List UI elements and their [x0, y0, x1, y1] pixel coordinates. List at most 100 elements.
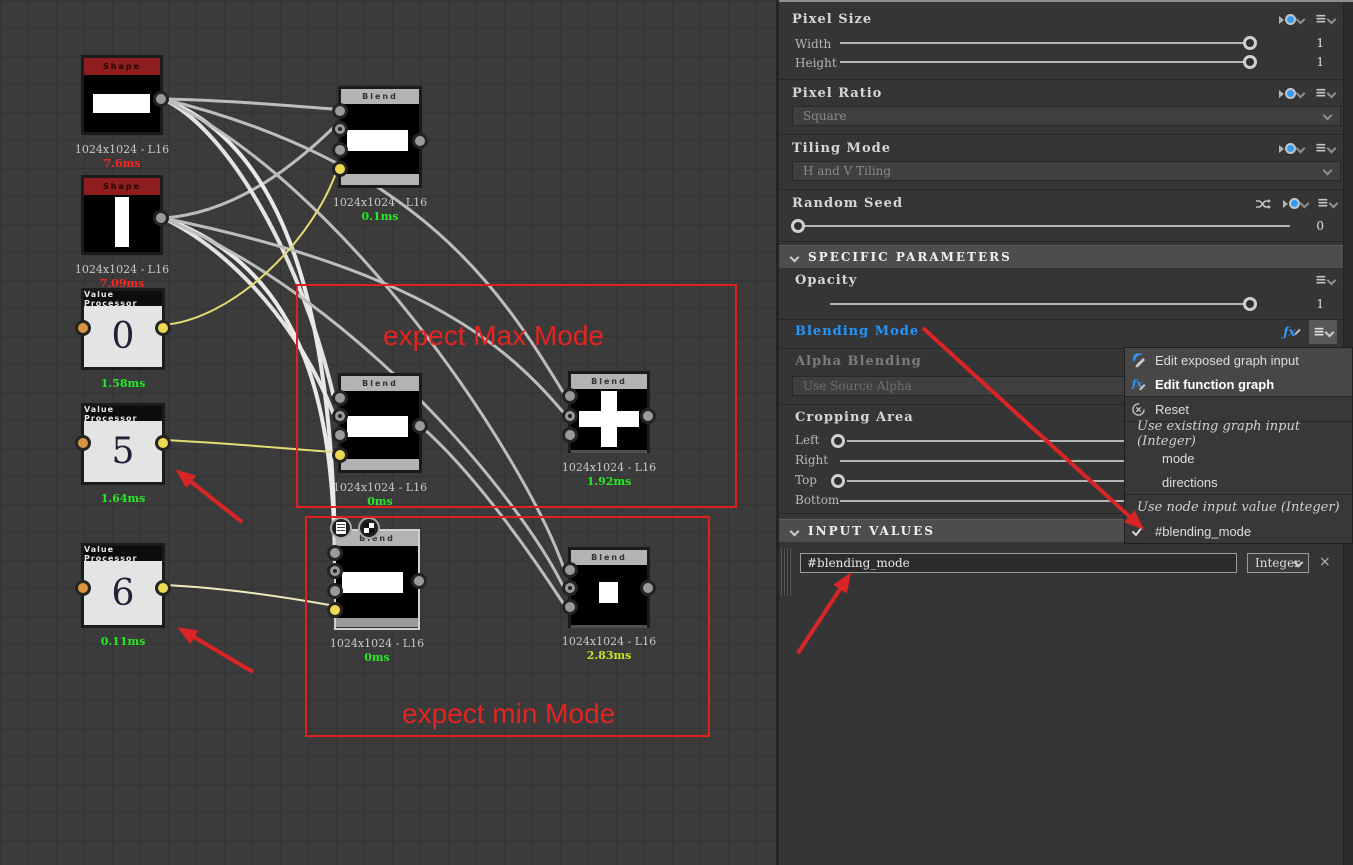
exposed-graph-icon	[1125, 352, 1155, 368]
app-window: Shape 1024x1024 - L16 7.6ms Shape 1024x1…	[0, 0, 1353, 865]
node-preview	[84, 75, 160, 132]
opacity-title: Opacity	[795, 273, 858, 288]
value-processor-node[interactable]: Value Processor 5 1.64ms	[75, 403, 171, 505]
menu-header-existing-graph-input: Use existing graph input (Integer)	[1137, 419, 1301, 449]
crop-top-handle[interactable]	[831, 474, 845, 488]
opacity-value: 1	[1316, 297, 1324, 311]
node-value: 0	[84, 306, 162, 367]
crop-bottom-label: Bottom	[795, 493, 840, 507]
parameter-menu-icon[interactable]: ≡	[1315, 86, 1337, 100]
blending-mode-menu-button[interactable]: ≡	[1309, 320, 1337, 344]
height-label: Height	[795, 56, 837, 70]
width-slider-handle[interactable]	[1243, 36, 1257, 50]
node-preview	[84, 195, 160, 252]
node-value: 6	[84, 561, 162, 625]
node-title: Value Processor	[84, 405, 162, 423]
node-time: 0.11ms	[100, 635, 146, 648]
random-seed-slider[interactable]	[798, 225, 1290, 227]
output-port[interactable]	[155, 320, 171, 336]
value-processor-node[interactable]: Value Processor 0 1.58ms	[75, 288, 171, 390]
output-port[interactable]	[412, 133, 428, 149]
collapse-icon[interactable]	[789, 526, 800, 536]
horizontal-bar-shape	[93, 94, 150, 113]
function-graph-icon: ƒx	[1125, 376, 1155, 392]
width-value: 1	[1316, 36, 1324, 50]
shuffle-icon[interactable]	[1255, 198, 1271, 210]
node-resolution: 1024x1024 - L16	[74, 143, 170, 156]
parameter-menu-icon[interactable]: ≡	[1315, 273, 1337, 287]
node-time: 0.1ms	[361, 210, 399, 223]
vertical-bar-shape	[115, 197, 129, 247]
menu-item-directions[interactable]: directions	[1125, 470, 1352, 494]
parameter-menu-icon[interactable]: ≡	[1315, 12, 1337, 26]
output-port[interactable]	[155, 580, 171, 596]
menu-item-blending-mode[interactable]: #blending_mode	[1125, 519, 1352, 543]
node-time: 1.58ms	[100, 377, 146, 390]
row-drag-grip[interactable]	[781, 548, 791, 596]
reset-icon	[1125, 402, 1155, 417]
parameter-menu-icon[interactable]: ≡	[1317, 196, 1339, 210]
tiling-mode-dropdown[interactable]: H and V Tiling	[792, 161, 1341, 181]
expose-parameter-icon[interactable]	[1279, 14, 1306, 25]
shape-node-vertical[interactable]: Shape 1024x1024 - L16 7.09ms	[75, 175, 169, 290]
annotation-box-max	[296, 284, 737, 508]
crop-right-label: Right	[795, 453, 829, 467]
expose-parameter-icon[interactable]	[1279, 88, 1306, 99]
input-port[interactable]	[75, 320, 91, 336]
input-port[interactable]	[332, 142, 348, 158]
opacity-slider-handle[interactable]	[1243, 297, 1257, 311]
input-port[interactable]	[75, 580, 91, 596]
pixel-ratio-title: Pixel Ratio	[792, 86, 883, 101]
value-processor-node[interactable]: Value Processor 6 0.11ms	[75, 543, 171, 648]
node-footer	[341, 174, 419, 185]
output-port[interactable]	[155, 435, 171, 451]
menu-item-reset[interactable]: Reset	[1125, 397, 1352, 421]
menu-item-edit-function-graph[interactable]: ƒx Edit function graph	[1125, 372, 1352, 396]
parameter-context-menu: Edit exposed graph input ƒx Edit functio…	[1124, 347, 1353, 544]
random-seed-handle[interactable]	[791, 219, 805, 233]
node-title: Blend	[341, 89, 419, 104]
pixel-size-title: Pixel Size	[792, 12, 873, 27]
tiling-mode-title: Tiling Mode	[792, 141, 891, 156]
width-slider[interactable]	[840, 42, 1250, 44]
opacity-slider[interactable]	[830, 303, 1250, 305]
blend-node[interactable]: Blend 1024x1024 - L16 0.1ms	[332, 86, 428, 223]
height-slider-handle[interactable]	[1243, 55, 1257, 69]
output-port[interactable]	[153, 91, 169, 107]
parameter-menu-icon[interactable]: ≡	[1315, 141, 1337, 155]
node-value: 5	[84, 421, 162, 482]
expose-parameter-icon[interactable]	[1279, 143, 1306, 154]
collapse-icon[interactable]	[789, 252, 800, 262]
menu-item-mode[interactable]: mode	[1125, 446, 1352, 470]
input-port[interactable]	[75, 435, 91, 451]
specific-parameters-header[interactable]: SPECIFIC PARAMETERS ≡	[779, 245, 1343, 507]
node-time: 1.64ms	[100, 492, 146, 505]
crop-top-label: Top	[795, 473, 817, 487]
input-port[interactable]	[332, 161, 348, 177]
annotation-max-label: expect Max Mode	[383, 320, 604, 351]
menu-header-node-input-value: Use node input value (Integer)	[1137, 499, 1340, 515]
pixel-ratio-dropdown[interactable]: Square	[792, 106, 1341, 126]
crop-left-handle[interactable]	[831, 434, 845, 448]
node-graph-canvas[interactable]: Shape 1024x1024 - L16 7.6ms Shape 1024x1…	[0, 0, 776, 865]
output-port[interactable]	[153, 210, 169, 226]
random-seed-title: Random Seed	[792, 196, 904, 211]
input-port[interactable]	[332, 121, 348, 137]
menu-item-edit-exposed[interactable]: Edit exposed graph input	[1125, 348, 1352, 372]
input-type-select[interactable]: Integer	[1247, 553, 1309, 573]
function-graph-icon[interactable]: ƒx	[1281, 322, 1303, 342]
node-title: Shape	[84, 178, 160, 195]
node-title: Shape	[84, 58, 160, 75]
height-slider[interactable]	[840, 61, 1250, 63]
expose-parameter-icon[interactable]	[1283, 198, 1310, 209]
checkmark-icon	[1125, 525, 1155, 537]
input-port[interactable]	[332, 103, 348, 119]
remove-input-button[interactable]: ×	[1319, 554, 1331, 570]
shape-node-horizontal[interactable]: Shape 1024x1024 - L16 7.6ms	[75, 55, 169, 170]
height-value: 1	[1316, 55, 1324, 69]
input-value-field[interactable]	[800, 553, 1237, 573]
random-seed-value: 0	[1316, 219, 1324, 233]
crop-left-label: Left	[795, 433, 820, 447]
node-resolution: 1024x1024 - L16	[332, 196, 428, 209]
node-title: Value Processor	[84, 545, 162, 563]
